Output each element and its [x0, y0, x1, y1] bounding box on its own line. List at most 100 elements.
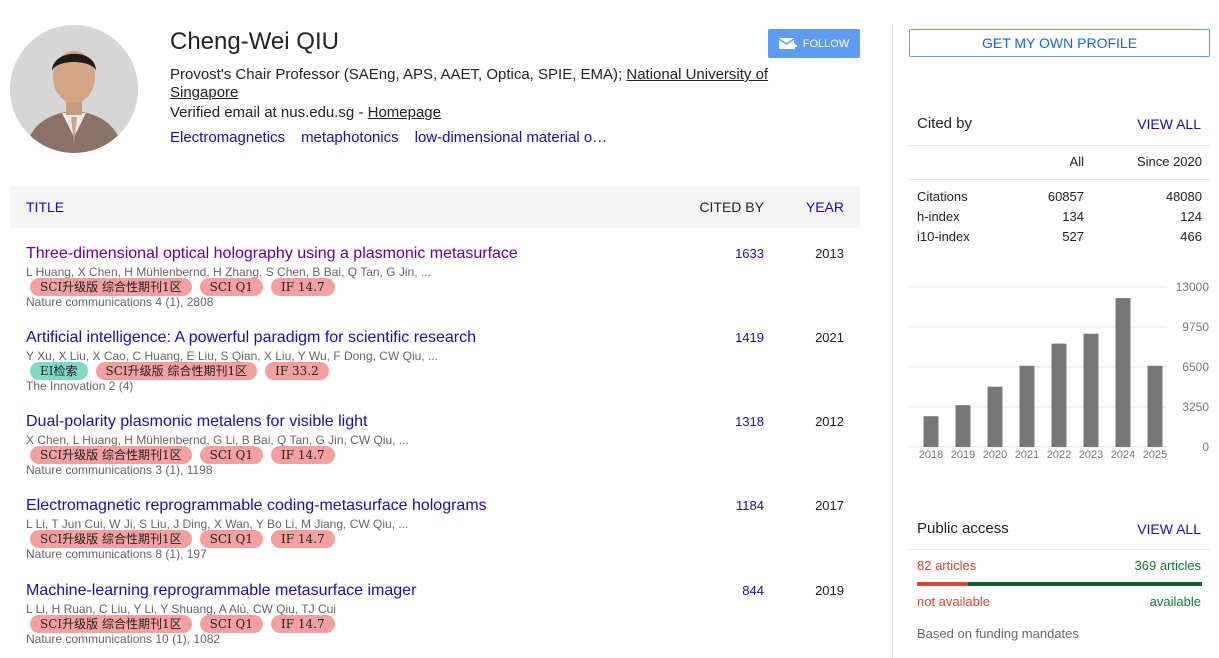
table-row: Machine-learning reprogrammable metasurf…	[10, 582, 860, 658]
article-authors: L Li, H Ruan, C Liu, Y Li, Y Shuang, A A…	[26, 602, 336, 616]
y-tick-label: 0	[1202, 440, 1209, 454]
stats-row: Citations 60857 48080	[917, 189, 1202, 209]
homepage-link[interactable]: Homepage	[368, 104, 441, 121]
journal-badge: SCI升级版 综合性期刊1区	[95, 362, 258, 380]
article-venue: Nature communications 4 (1), 2808	[26, 295, 214, 309]
interest-link[interactable]: low-dimensional material o…	[415, 129, 608, 146]
article-tags: SCI升级版 综合性期刊1区 SCI Q1 IF 14.7	[30, 615, 335, 633]
interest-link[interactable]: metaphotonics	[301, 129, 399, 146]
available-bar	[968, 582, 1202, 586]
stats-all-value: 134	[1062, 209, 1084, 224]
available-count-link[interactable]: 369 articles	[1135, 558, 1201, 573]
journal-badge: IF 14.7	[271, 446, 335, 464]
chart-bar-2025[interactable]	[1147, 365, 1163, 447]
stats-since-value: 124	[1180, 209, 1202, 224]
stats-all-value: 60857	[1047, 189, 1084, 204]
divider-line	[909, 145, 1210, 146]
x-tick-label: 2025	[1143, 449, 1167, 461]
stats-col-since[interactable]: Since 2020	[1137, 154, 1202, 169]
profile-photo	[10, 25, 138, 153]
journal-badge: SCI升级版 综合性期刊1区	[30, 278, 192, 296]
y-tick-label: 3250	[1182, 400, 1209, 414]
cited-by-count-link[interactable]: 1633	[735, 246, 764, 261]
cited-by-count-link[interactable]: 1318	[735, 414, 764, 429]
article-venue: Nature communications 8 (1), 197	[26, 547, 207, 561]
cited-by-count-link[interactable]: 1419	[735, 330, 764, 345]
mail-plus-icon	[778, 37, 797, 49]
article-year: 2013	[815, 246, 844, 261]
stats-label: h-index	[917, 209, 960, 224]
chart-bar-2023[interactable]	[1083, 333, 1099, 447]
follow-label: FOLLOW	[802, 37, 850, 50]
chart-bar-2024[interactable]	[1115, 298, 1131, 447]
article-authors: L Huang, X Chen, H Mühlenbernd, H Zhang,…	[26, 265, 431, 279]
journal-badge: SCI Q1	[199, 446, 264, 464]
journal-badge: IF 14.7	[271, 615, 335, 633]
cited-by-count-link[interactable]: 844	[742, 583, 764, 598]
sort-year-header[interactable]: YEAR	[806, 199, 844, 215]
article-authors: Y Xu, X Liu, X Cao, C Huang, E Liu, S Qi…	[26, 349, 438, 363]
not-available-count-link[interactable]: 82 articles	[917, 558, 976, 573]
x-tick-label: 2021	[1015, 449, 1039, 461]
chart-bar-2022[interactable]	[1051, 343, 1067, 447]
table-row: Dual-polarity plasmonic metalens for vis…	[10, 413, 860, 497]
stats-all-value: 527	[1062, 229, 1084, 244]
cited-by-count-link[interactable]: 1184	[736, 498, 764, 513]
research-interests: Electromagnetics metaphotonics low-dimen…	[170, 129, 607, 146]
sort-cited-by-header[interactable]: CITED BY	[699, 199, 764, 215]
stats-row: i10-index 527 466	[917, 229, 1202, 249]
not-available-bar	[917, 582, 968, 586]
profile-email: Verified email at nus.edu.sg - Homepage	[170, 104, 441, 121]
divider-line	[909, 179, 1210, 180]
article-title-link[interactable]: Three-dimensional optical holography usi…	[26, 245, 518, 263]
article-title-link[interactable]: Electromagnetic reprogrammable coding-me…	[26, 497, 487, 515]
journal-badge: SCI升级版 综合性期刊1区	[30, 530, 192, 548]
stats-col-all[interactable]: All	[1070, 154, 1084, 169]
y-tick-label: 6500	[1182, 360, 1209, 374]
chart-bar-2021[interactable]	[1019, 365, 1035, 447]
article-title-link[interactable]: Artificial intelligence: A powerful para…	[26, 329, 476, 347]
table-row: Three-dimensional optical holography usi…	[10, 245, 860, 329]
article-venue: Nature communications 10 (1), 1082	[26, 632, 221, 646]
funding-mandates-note: Based on funding mandates	[917, 626, 1079, 641]
journal-badge: SCI Q1	[199, 530, 264, 548]
journal-badge: SCI Q1	[199, 278, 264, 296]
journal-badge: IF 14.7	[271, 530, 335, 548]
journal-badge: SCI升级版 综合性期刊1区	[30, 446, 192, 464]
sort-title-header[interactable]: TITLE	[26, 199, 64, 215]
journal-badge: EI检索	[30, 362, 88, 380]
public-access-heading: Public access	[917, 520, 1009, 537]
stats-header-row: All Since 2020	[917, 154, 1202, 174]
article-tags: EI检索 SCI升级版 综合性期刊1区 IF 33.2	[30, 362, 329, 380]
chart-bar-2019[interactable]	[955, 405, 971, 447]
journal-badge: SCI Q1	[199, 615, 264, 633]
article-year: 2021	[815, 330, 844, 345]
article-tags: SCI升级版 综合性期刊1区 SCI Q1 IF 14.7	[30, 530, 335, 548]
table-row: Artificial intelligence: A powerful para…	[10, 329, 860, 413]
profile-name: Cheng-Wei QIU	[170, 28, 339, 55]
stats-since-value: 466	[1180, 229, 1202, 244]
x-tick-label: 2023	[1079, 449, 1103, 461]
cited-by-view-all-link[interactable]: VIEW ALL	[1137, 116, 1201, 132]
stats-since-value: 48080	[1165, 189, 1202, 204]
x-tick-label: 2020	[983, 449, 1007, 461]
chart-bar-2020[interactable]	[987, 386, 1003, 447]
x-tick-label: 2024	[1111, 449, 1135, 461]
x-tick-label: 2019	[951, 449, 975, 461]
profile-affiliation: Provost's Chair Professor (SAEng, APS, A…	[170, 66, 770, 102]
journal-badge: SCI升级版 综合性期刊1区	[30, 615, 192, 633]
cited-by-heading: Cited by	[917, 115, 973, 132]
y-tick-label: 13000	[1176, 280, 1210, 294]
article-tags: SCI升级版 综合性期刊1区 SCI Q1 IF 14.7	[30, 278, 335, 296]
article-title-link[interactable]: Dual-polarity plasmonic metalens for vis…	[26, 413, 367, 431]
publications-table-header: TITLE CITED BY YEAR	[10, 186, 860, 228]
article-authors: X Chen, L Huang, H Mühlenbernd, G Li, B …	[26, 433, 409, 447]
follow-button[interactable]: FOLLOW	[768, 29, 860, 58]
citations-bar-chart: 13000 9750 6500 3250 0 2018 2019 2020 2021 2022 20…	[909, 280, 1210, 461]
stats-label: Citations	[917, 189, 968, 204]
public-access-view-all-link[interactable]: VIEW ALL	[1137, 521, 1201, 537]
get-own-profile-button[interactable]: GET MY OWN PROFILE	[909, 29, 1210, 57]
interest-link[interactable]: Electromagnetics	[170, 129, 285, 146]
article-title-link[interactable]: Machine-learning reprogrammable metasurf…	[26, 582, 416, 600]
chart-bar-2018[interactable]	[923, 416, 939, 447]
